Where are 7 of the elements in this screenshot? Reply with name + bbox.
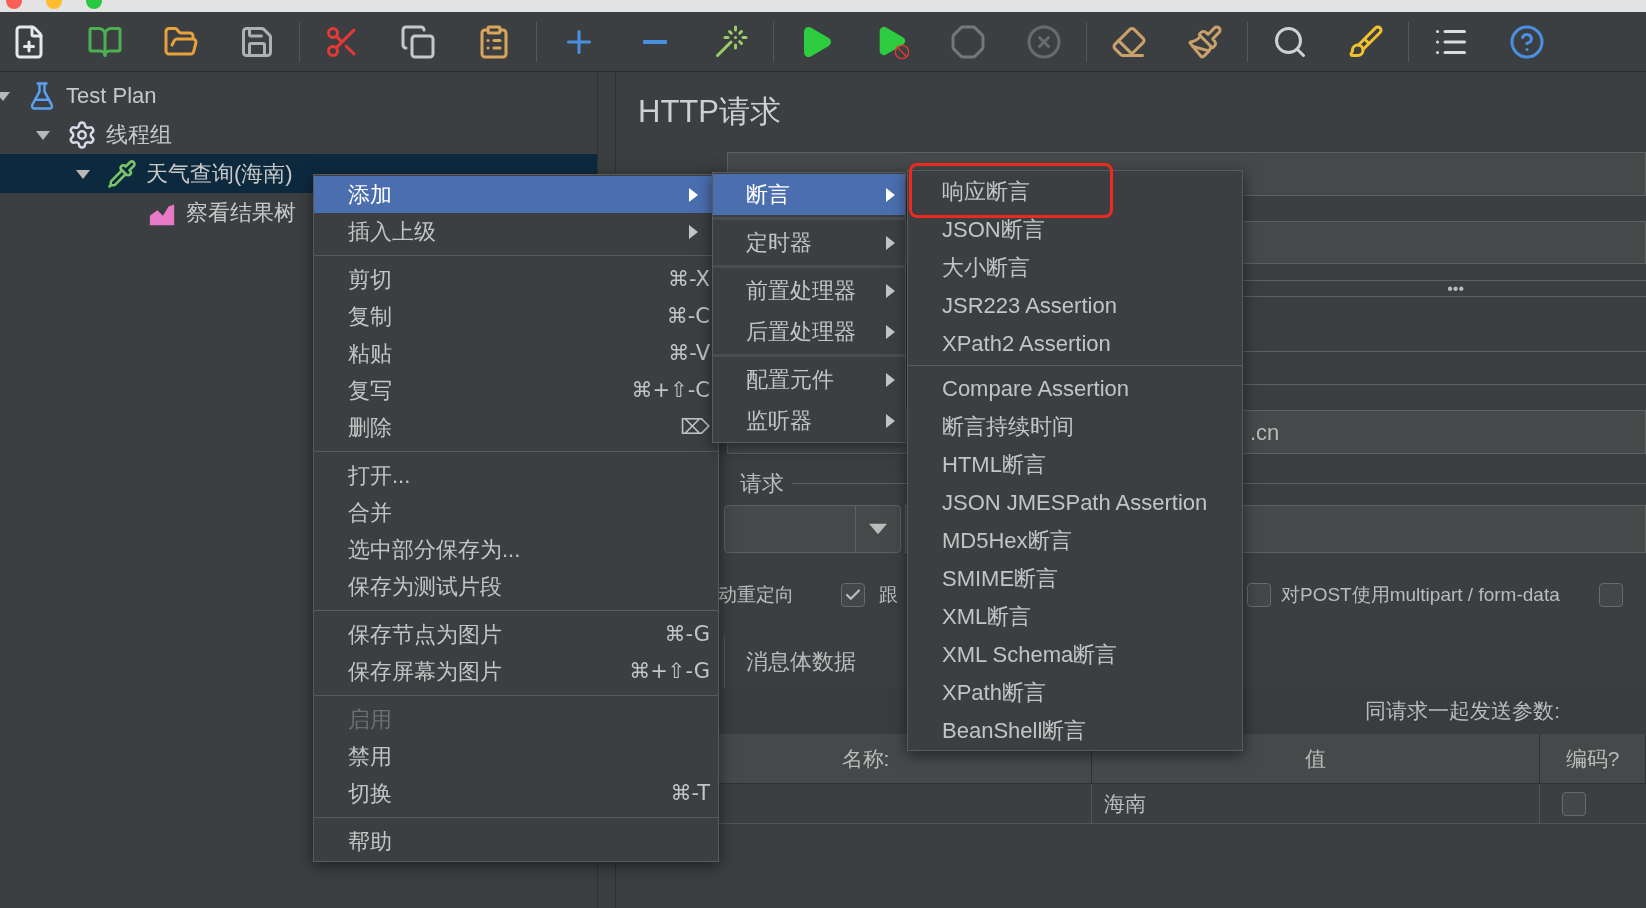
group-label: 请求 [740,469,784,498]
redirect-label: 动重定向 [718,582,795,607]
params-caption: 同请求一起发送参数: [1365,698,1560,725]
table-cell: 海南 [1092,784,1540,823]
panel-title: HTTP请求 [638,92,781,131]
checkbox-label: 跟 [879,582,899,607]
checkbox-label: 对POST使用multipart / form-data [1281,582,1561,607]
